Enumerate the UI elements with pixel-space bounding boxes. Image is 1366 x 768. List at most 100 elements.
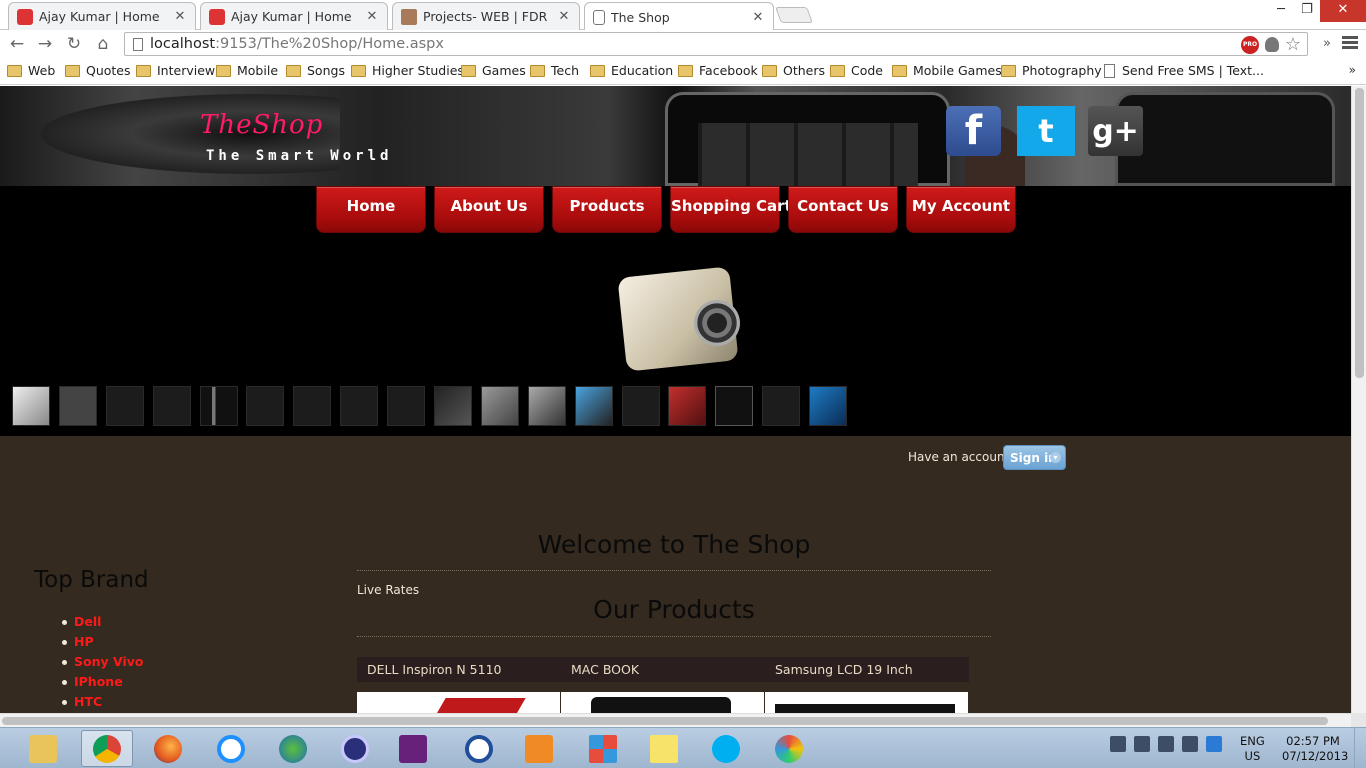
restore-button[interactable]: ❐ <box>1294 0 1320 22</box>
horizontal-scrollbar[interactable] <box>0 713 1351 727</box>
volume-icon[interactable] <box>1182 736 1198 752</box>
product-thumbnail[interactable] <box>809 386 848 426</box>
network-icon[interactable] <box>1158 736 1174 752</box>
bookmark-folder[interactable]: Photography <box>1001 63 1102 78</box>
tray-expand-icon[interactable] <box>1094 736 1102 752</box>
lightbulb-extension-icon[interactable] <box>1265 37 1279 52</box>
earth-icon[interactable] <box>267 730 319 767</box>
product-thumbnail[interactable] <box>387 386 426 426</box>
bookmark-folder[interactable]: Games <box>461 63 526 78</box>
bookmark-star-icon[interactable]: ☆ <box>1285 34 1301 55</box>
close-icon[interactable]: ✕ <box>557 9 571 24</box>
product-thumbnail[interactable] <box>434 386 473 426</box>
menu-my-account[interactable]: My Account <box>906 186 1016 233</box>
menu-contact-us[interactable]: Contact Us <box>788 186 898 233</box>
url-text[interactable]: localhost:9153/The%20Shop/Home.aspx <box>150 36 444 52</box>
reload-icon[interactable]: ↻ <box>63 34 85 54</box>
apps-grid-icon[interactable] <box>577 730 629 767</box>
internet-explorer-icon[interactable] <box>205 730 257 767</box>
close-icon[interactable]: ✕ <box>751 10 765 25</box>
product-title[interactable]: DELL Inspiron N 5110 <box>357 657 561 682</box>
show-desktop-button[interactable] <box>1354 728 1366 768</box>
brand-link[interactable]: HP <box>61 634 143 654</box>
close-window-button[interactable]: ✕ <box>1320 0 1366 22</box>
bookmark-folder[interactable]: Higher Studies <box>351 63 464 78</box>
product-thumbnail[interactable] <box>621 386 660 426</box>
firefox-icon[interactable] <box>142 730 194 767</box>
visual-studio-icon[interactable] <box>387 730 439 767</box>
product-thumbnail[interactable] <box>762 386 801 426</box>
bookmark-folder[interactable]: Facebook <box>678 63 758 78</box>
home-icon[interactable]: ⌂ <box>92 34 114 54</box>
product-thumbnail[interactable] <box>105 386 144 426</box>
sticky-notes-icon[interactable] <box>638 730 690 767</box>
bookmarks-overflow-button[interactable]: » <box>1349 63 1356 77</box>
brand-link[interactable]: Dell <box>61 614 143 634</box>
bookmark-page[interactable]: Send Free SMS | Text... <box>1104 63 1264 78</box>
product-title[interactable]: MAC BOOK <box>561 657 765 682</box>
explorer-icon[interactable] <box>17 730 69 767</box>
skype-icon[interactable] <box>700 730 752 767</box>
browser-tab-active[interactable]: The Shop ✕ <box>584 2 774 31</box>
sign-in-button[interactable]: Sign in ▾ <box>1003 445 1066 470</box>
menu-products[interactable]: Products <box>552 186 662 233</box>
product-thumbnail[interactable] <box>480 386 519 426</box>
product-title[interactable]: Samsung LCD 19 Inch <box>765 657 969 682</box>
product-image[interactable] <box>561 692 764 713</box>
product-thumbnail[interactable] <box>246 386 285 426</box>
brand-link[interactable]: HTC <box>61 694 143 713</box>
dropbox-icon[interactable] <box>1206 736 1222 752</box>
menu-shopping-cart[interactable]: Shopping Cart <box>670 186 792 233</box>
flag-icon[interactable] <box>1110 736 1126 752</box>
brand-link[interactable]: IPhone <box>61 674 143 694</box>
close-icon[interactable]: ✕ <box>365 9 379 24</box>
pro-extension-icon[interactable]: PRO <box>1241 36 1259 54</box>
back-arrow-icon[interactable]: ← <box>6 34 28 54</box>
browser-tab[interactable]: Ajay Kumar | Home ✕ <box>8 2 196 30</box>
address-bar[interactable]: localhost:9153/The%20Shop/Home.aspx PRO … <box>124 32 1308 56</box>
product-thumbnail[interactable] <box>12 386 50 426</box>
bookmark-folder[interactable]: Tech <box>530 63 579 78</box>
bittorrent-icon[interactable] <box>329 730 381 767</box>
product-image[interactable] <box>357 692 560 713</box>
bookmark-folder[interactable]: Web <box>7 63 55 78</box>
cyberlink-icon[interactable] <box>453 730 505 767</box>
browser-tab[interactable]: Projects- WEB | FDR ✕ <box>392 2 580 30</box>
language-indicator[interactable]: ENG US <box>1240 734 1265 764</box>
bookmark-folder[interactable]: Others <box>762 63 825 78</box>
product-thumbnail[interactable] <box>199 386 238 426</box>
product-thumbnail[interactable] <box>668 386 707 426</box>
product-thumbnail[interactable] <box>340 386 379 426</box>
extensions-overflow-button[interactable]: » <box>1323 36 1331 51</box>
clock[interactable]: 02:57 PM 07/12/2013 <box>1282 734 1348 764</box>
bookmark-folder[interactable]: Quotes <box>65 63 131 78</box>
product-thumbnail[interactable] <box>574 386 613 426</box>
product-thumbnail[interactable] <box>715 386 754 426</box>
close-icon[interactable]: ✕ <box>173 9 187 24</box>
scrollbar-thumb[interactable] <box>1355 88 1364 378</box>
bookmark-folder[interactable]: Mobile <box>216 63 278 78</box>
menu-home[interactable]: Home <box>316 186 426 233</box>
vertical-scrollbar[interactable] <box>1351 86 1366 713</box>
chrome-menu-icon[interactable] <box>1342 36 1358 51</box>
device-icon[interactable] <box>1134 736 1150 752</box>
media-player-icon[interactable] <box>513 730 565 767</box>
site-logo-title[interactable]: TheShop <box>200 110 323 140</box>
product-thumbnail[interactable] <box>527 386 566 426</box>
page-info-icon[interactable] <box>133 38 143 51</box>
bookmark-folder[interactable]: Songs <box>286 63 345 78</box>
product-thumbnail[interactable] <box>58 386 97 426</box>
facebook-icon[interactable]: f <box>946 106 1001 156</box>
menu-about-us[interactable]: About Us <box>434 186 544 233</box>
bookmark-folder[interactable]: Mobile Games <box>892 63 1002 78</box>
twitter-icon[interactable]: t <box>1017 106 1075 156</box>
bookmark-folder[interactable]: Interview <box>136 63 215 78</box>
forward-arrow-icon[interactable]: → <box>34 34 56 54</box>
google-plus-icon[interactable]: g+ <box>1088 106 1143 156</box>
product-image[interactable] <box>765 692 968 713</box>
bookmark-folder[interactable]: Code <box>830 63 883 78</box>
chrome-icon[interactable] <box>81 730 133 767</box>
product-thumbnail[interactable] <box>152 386 191 426</box>
minimize-button[interactable]: ─ <box>1268 0 1294 22</box>
paint-icon[interactable] <box>763 730 815 767</box>
